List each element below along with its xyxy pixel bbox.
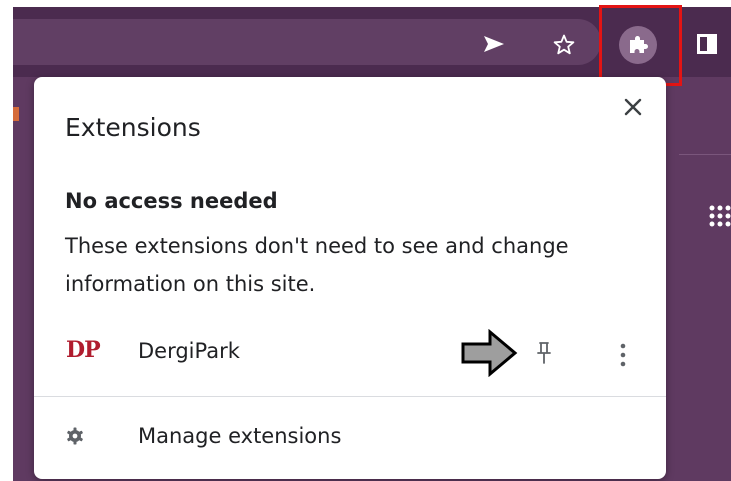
more-vert-icon[interactable] (618, 342, 628, 368)
popup-title: Extensions (65, 113, 201, 142)
send-icon[interactable] (482, 34, 506, 54)
apps-grid-icon[interactable] (708, 204, 731, 228)
extensions-popup: Extensions No access needed These extens… (34, 77, 666, 479)
manage-extensions-label: Manage extensions (138, 424, 342, 448)
extensions-button-highlight (599, 5, 682, 86)
address-bar[interactable] (13, 19, 601, 65)
menu-divider (34, 396, 666, 397)
section-heading: No access needed (65, 189, 278, 213)
pin-icon[interactable] (535, 341, 553, 365)
side-panel-icon[interactable] (697, 34, 717, 54)
close-icon[interactable] (623, 97, 643, 117)
toolbar-divider (679, 154, 731, 155)
gear-icon (67, 427, 83, 445)
section-description: These extensions don't need to see and c… (65, 234, 569, 296)
extension-name: DergiPark (138, 339, 240, 363)
manage-extensions-item[interactable]: Manage extensions (34, 417, 666, 461)
dergipark-logo: DP (66, 337, 101, 363)
star-icon[interactable] (552, 33, 576, 57)
tab-favicon-fragment (13, 107, 19, 121)
pointer-arrow-icon (461, 329, 518, 377)
extension-row-dergipark[interactable]: DP DergiPark (34, 329, 666, 379)
